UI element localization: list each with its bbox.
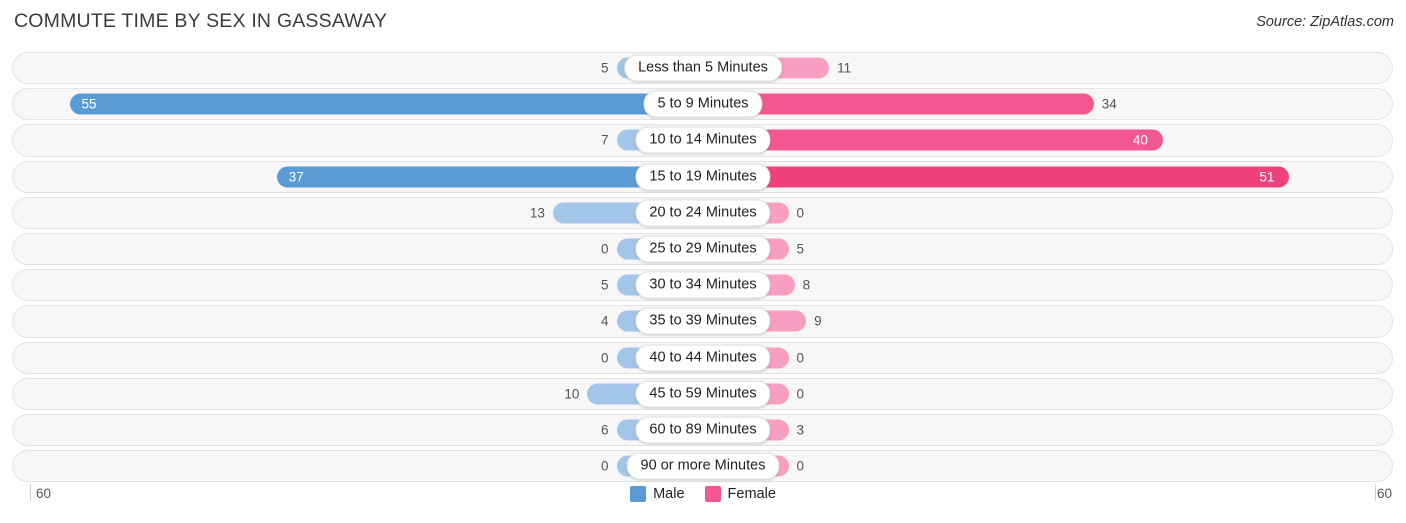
bar-row: 7 40 10 to 14 Minutes xyxy=(0,122,1406,158)
value-label-male: 5 xyxy=(600,60,609,76)
value-label-female: 3 xyxy=(796,422,805,438)
page-title: COMMUTE TIME BY SEX IN GASSAWAY xyxy=(14,10,388,32)
row-bars: 10 0 45 to 59 Minutes xyxy=(0,376,1406,412)
category-label: 35 to 39 Minutes xyxy=(635,307,771,335)
value-label-male: 0 xyxy=(600,241,609,257)
row-bars: 0 0 90 or more Minutes xyxy=(0,448,1406,484)
bar-row: 5 11 Less than 5 Minutes xyxy=(0,50,1406,86)
category-label: 30 to 34 Minutes xyxy=(635,271,771,299)
value-label-female: 11 xyxy=(837,60,852,76)
category-label: 60 to 89 Minutes xyxy=(635,416,771,444)
category-label: 15 to 19 Minutes xyxy=(635,163,771,191)
row-bars: 37 51 15 to 19 Minutes xyxy=(0,159,1406,195)
bar-female[interactable] xyxy=(702,166,1290,188)
bar-female[interactable] xyxy=(702,129,1163,151)
value-label-female: 8 xyxy=(802,277,811,293)
row-bars: 4 9 35 to 39 Minutes xyxy=(0,303,1406,339)
bar-row: 0 0 40 to 44 Minutes xyxy=(0,340,1406,376)
legend-swatch-male-icon xyxy=(630,486,647,502)
category-label: 5 to 9 Minutes xyxy=(643,90,763,118)
category-label: 45 to 59 Minutes xyxy=(635,380,771,408)
value-label-female: 34 xyxy=(1101,96,1117,112)
row-bars: 5 8 30 to 34 Minutes xyxy=(0,267,1406,303)
value-label-female: 51 xyxy=(1259,169,1275,185)
value-label-female: 40 xyxy=(1132,132,1148,148)
bar-rows: 5 11 Less than 5 Minutes 55 34 5 to 9 Minutes… xyxy=(0,50,1406,484)
source-attribution: Source: ZipAtlas.com xyxy=(1256,14,1394,30)
value-label-male: 0 xyxy=(600,458,609,474)
row-bars: 6 3 60 to 89 Minutes xyxy=(0,412,1406,448)
value-label-male: 55 xyxy=(81,96,97,112)
value-label-male: 4 xyxy=(600,313,609,329)
row-bars: 55 34 5 to 9 Minutes xyxy=(0,86,1406,122)
legend-item-female[interactable]: Female xyxy=(704,486,776,502)
value-label-male: 5 xyxy=(600,277,609,293)
value-label-female: 0 xyxy=(796,205,805,221)
value-label-female: 0 xyxy=(796,386,805,402)
bar-row: 0 5 25 to 29 Minutes xyxy=(0,231,1406,267)
bar-row: 0 0 90 or more Minutes xyxy=(0,448,1406,484)
bar-row: 5 8 30 to 34 Minutes xyxy=(0,267,1406,303)
row-bars: 13 0 20 to 24 Minutes xyxy=(0,195,1406,231)
bar-row: 13 0 20 to 24 Minutes xyxy=(0,195,1406,231)
legend-label-female: Female xyxy=(727,486,776,502)
legend-swatch-female-icon xyxy=(704,486,721,502)
category-label: 40 to 44 Minutes xyxy=(635,344,771,372)
value-label-male: 37 xyxy=(288,169,304,185)
bar-male[interactable] xyxy=(69,93,703,115)
value-label-female: 9 xyxy=(814,313,822,329)
value-label-male: 6 xyxy=(600,422,609,438)
category-label: 20 to 24 Minutes xyxy=(635,199,771,227)
row-bars: 0 5 25 to 29 Minutes xyxy=(0,231,1406,267)
value-label-female: 0 xyxy=(796,458,805,474)
legend-item-male[interactable]: Male xyxy=(630,486,685,502)
category-label: 10 to 14 Minutes xyxy=(635,126,771,154)
chart-header: COMMUTE TIME BY SEX IN GASSAWAY Source: … xyxy=(0,0,1406,44)
chart-legend: Male Female xyxy=(0,486,1406,502)
legend-label-male: Male xyxy=(653,486,685,502)
bar-row: 55 34 5 to 9 Minutes xyxy=(0,86,1406,122)
bar-row: 10 0 45 to 59 Minutes xyxy=(0,376,1406,412)
bar-row: 4 9 35 to 39 Minutes xyxy=(0,303,1406,339)
bar-row: 37 51 15 to 19 Minutes xyxy=(0,159,1406,195)
value-label-male: 7 xyxy=(600,132,609,148)
value-label-male: 13 xyxy=(529,205,545,221)
category-label: Less than 5 Minutes xyxy=(624,54,782,82)
value-label-female: 5 xyxy=(796,241,805,257)
chart-page: COMMUTE TIME BY SEX IN GASSAWAY Source: … xyxy=(0,0,1406,523)
row-bars: 0 0 40 to 44 Minutes xyxy=(0,340,1406,376)
row-bars: 7 40 10 to 14 Minutes xyxy=(0,122,1406,158)
row-bars: 5 11 Less than 5 Minutes xyxy=(0,50,1406,86)
value-label-female: 0 xyxy=(796,350,805,366)
category-label: 25 to 29 Minutes xyxy=(635,235,771,263)
value-label-male: 0 xyxy=(600,350,609,366)
value-label-male: 10 xyxy=(564,386,580,402)
bar-row: 6 3 60 to 89 Minutes xyxy=(0,412,1406,448)
category-label: 90 or more Minutes xyxy=(626,452,780,480)
